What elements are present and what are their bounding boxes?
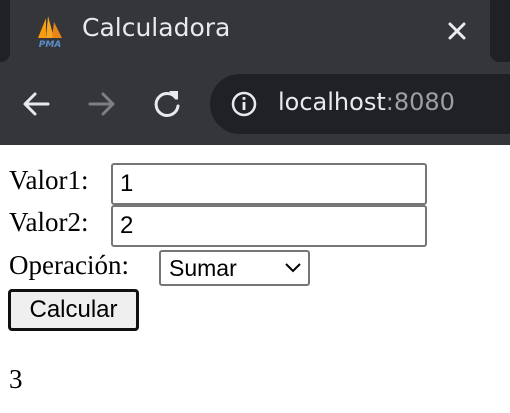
- result-text: 3: [9, 364, 23, 394]
- back-arrow-icon[interactable]: [19, 86, 55, 122]
- operacion-label: Operación:: [9, 250, 129, 280]
- url-text: localhost:8080: [278, 88, 455, 116]
- page-content: Valor1: 1 Valor2: 2 Operación: Sumar Cal…: [0, 145, 510, 413]
- forward-arrow-icon[interactable]: [83, 86, 119, 122]
- operacion-selected-value: Sumar: [169, 255, 237, 281]
- tab-title: Calculadora: [82, 13, 231, 42]
- browser-window: PMA Calculadora localhost:8080 Valor1: 1…: [0, 0, 510, 413]
- info-icon[interactable]: [230, 90, 258, 118]
- valor2-label: Valor2:: [9, 207, 89, 237]
- browser-toolbar: localhost:8080: [0, 62, 510, 145]
- address-bar[interactable]: localhost:8080: [210, 74, 510, 134]
- favicon-text: PMA: [39, 40, 62, 50]
- phpmyadmin-favicon-icon: PMA: [38, 16, 62, 50]
- url-port: :8080: [385, 88, 455, 116]
- tab-calculadora[interactable]: PMA Calculadora: [0, 0, 500, 62]
- tab-strip: PMA Calculadora: [0, 0, 510, 62]
- valor1-input[interactable]: 1: [111, 163, 427, 205]
- valor2-input[interactable]: 2: [111, 205, 427, 247]
- valor1-label: Valor1:: [9, 165, 89, 195]
- reload-icon[interactable]: [149, 86, 185, 122]
- calcular-button[interactable]: Calcular: [8, 289, 139, 331]
- chevron-down-icon: [285, 263, 301, 273]
- operacion-select[interactable]: Sumar: [159, 250, 310, 286]
- url-host: localhost: [278, 88, 386, 116]
- close-icon[interactable]: [442, 16, 472, 46]
